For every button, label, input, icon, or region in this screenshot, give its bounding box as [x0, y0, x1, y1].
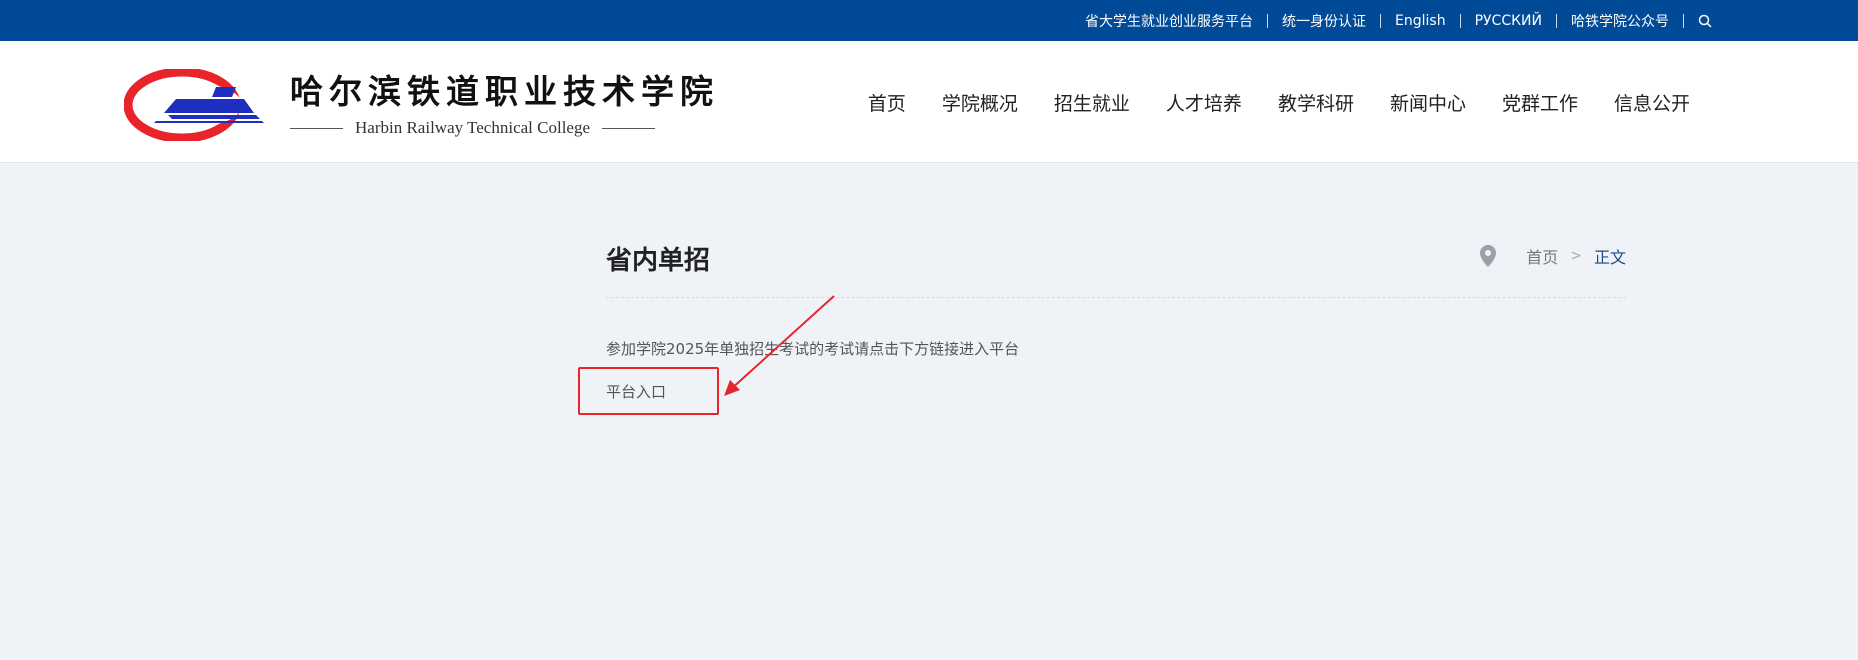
main-nav: 首页 学院概况 招生就业 人才培养 教学科研 新闻中心 党群工作 信息公开 — [850, 41, 1708, 163]
nav-item-news[interactable]: 新闻中心 — [1372, 89, 1484, 116]
nav-item-admissions[interactable]: 招生就业 — [1036, 89, 1148, 116]
nav-item-disclosure[interactable]: 信息公开 — [1596, 89, 1708, 116]
search-icon[interactable] — [1696, 12, 1714, 30]
logo-line-left — [290, 127, 343, 129]
nav-item-home[interactable]: 首页 — [850, 89, 924, 116]
breadcrumb-home[interactable]: 首页 — [1526, 244, 1558, 268]
site-header: 哈尔滨铁道职业技术学院 Harbin Railway Technical Col… — [0, 41, 1858, 163]
top-bar: 省大学生就业创业服务平台 统一身份认证 English РУССКИЙ 哈铁学院… — [0, 0, 1858, 41]
top-link-russian[interactable]: РУССКИЙ — [1461, 13, 1556, 29]
top-link-unified-auth[interactable]: 统一身份认证 — [1268, 11, 1380, 31]
top-link-separator — [1683, 13, 1684, 28]
annotation-arrow-icon — [724, 295, 835, 396]
college-name-en: Harbin Railway Technical College — [355, 118, 591, 137]
nav-item-research[interactable]: 教学科研 — [1260, 89, 1372, 116]
college-name-en-wrap: Harbin Railway Technical College — [290, 118, 656, 138]
college-name-cn: 哈尔滨铁道职业技术学院 — [290, 72, 719, 111]
top-links: 省大学生就业创业服务平台 统一身份认证 English РУССКИЙ 哈铁学院… — [1071, 0, 1714, 41]
breadcrumb: 首页 > 正文 — [1478, 243, 1626, 269]
top-link-employment-platform[interactable]: 省大学生就业创业服务平台 — [1071, 11, 1267, 31]
top-link-english[interactable]: English — [1381, 13, 1460, 29]
college-logo-icon[interactable] — [124, 69, 264, 141]
nav-item-training[interactable]: 人才培养 — [1148, 89, 1260, 116]
page-title: 省内单招 — [606, 246, 711, 276]
annotation-highlight-box — [578, 367, 719, 415]
logo-line-right — [602, 127, 656, 129]
breadcrumb-separator: > — [1570, 248, 1582, 264]
breadcrumb-current: 正文 — [1593, 248, 1626, 267]
nav-item-party[interactable]: 党群工作 — [1484, 89, 1596, 116]
top-link-wechat[interactable]: 哈铁学院公众号 — [1557, 11, 1683, 31]
location-pin-icon — [1480, 245, 1497, 267]
nav-item-about[interactable]: 学院概况 — [924, 89, 1036, 116]
